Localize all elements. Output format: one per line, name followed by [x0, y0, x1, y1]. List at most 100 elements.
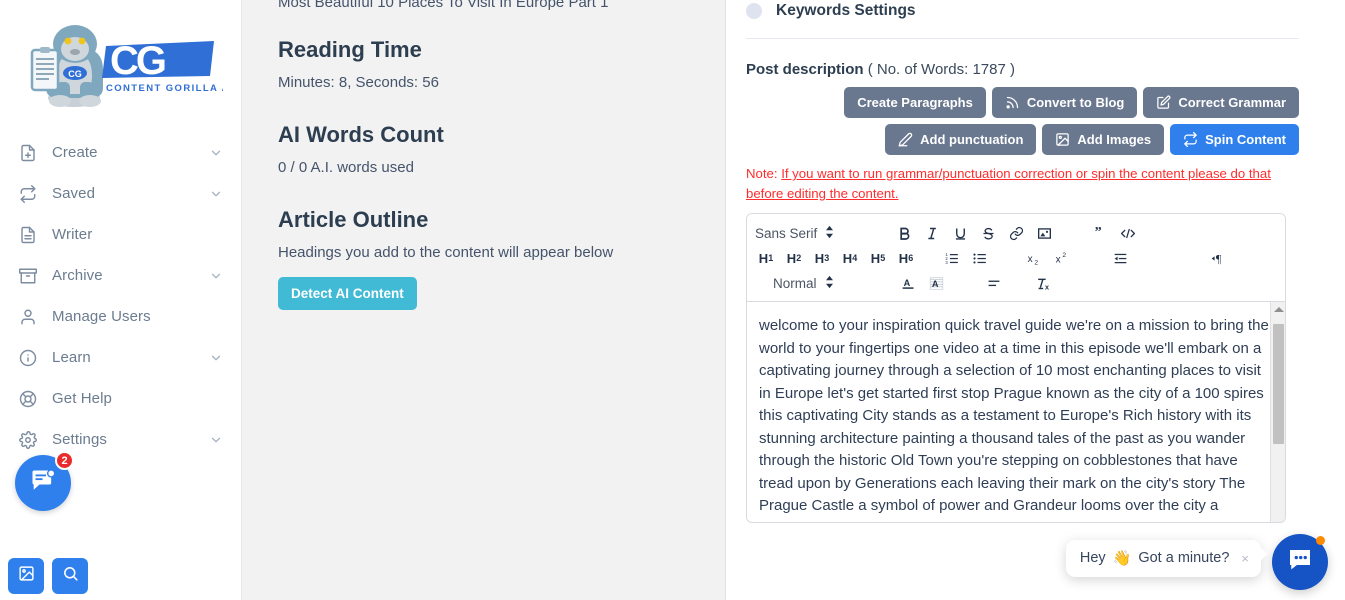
heading-3-button[interactable]: H3: [811, 247, 833, 269]
gear-icon: [18, 430, 38, 450]
sidebar-item-archive[interactable]: Archive: [0, 255, 241, 296]
align-icon[interactable]: [983, 272, 1005, 294]
chevron-down-icon: [209, 433, 223, 447]
info-icon: [18, 348, 38, 368]
sidebar-item-saved[interactable]: Saved: [0, 173, 241, 214]
image-library-button[interactable]: [8, 558, 44, 594]
create-paragraphs-button[interactable]: Create Paragraphs: [844, 87, 986, 118]
keywords-settings-circle-icon: [746, 3, 762, 19]
svg-text:x: x: [1028, 253, 1033, 264]
file-text-icon: [18, 225, 38, 245]
sidebar-item-get-help[interactable]: Get Help: [0, 378, 241, 419]
updown-arrows-icon: [825, 275, 834, 292]
sidebar-item-label: Create: [52, 144, 98, 161]
article-outline-heading: Article Outline: [278, 207, 429, 232]
chat-dots-icon: [1285, 545, 1315, 580]
correct-grammar-button[interactable]: Correct Grammar: [1143, 87, 1299, 118]
bold-icon[interactable]: [893, 222, 915, 244]
note-prefix: Note:: [746, 166, 782, 181]
editor-action-buttons: Create Paragraphs Convert to Blog Correc…: [746, 87, 1299, 155]
image-icon: [1055, 132, 1070, 147]
sidebar-item-label: Settings: [52, 431, 107, 448]
sidebar-item-create[interactable]: Create: [0, 132, 241, 173]
sidebar-item-manage-users[interactable]: Manage Users: [0, 296, 241, 337]
font-size-select[interactable]: Normal: [755, 275, 867, 292]
post-description-word-count: ( No. of Words: 1787 ): [867, 61, 1015, 78]
scroll-up-arrow-icon[interactable]: [1274, 307, 1284, 313]
convert-to-blog-button[interactable]: Convert to Blog: [991, 87, 1138, 118]
heading-5-button[interactable]: H5: [867, 247, 889, 269]
add-punctuation-button[interactable]: Add punctuation: [885, 124, 1037, 155]
sidebar-item-label: Archive: [52, 267, 103, 284]
search-button[interactable]: [52, 558, 88, 594]
article-stats-panel: Most Beautiful 10 Places To Visit In Eur…: [242, 0, 726, 600]
waving-hand-icon: 👋: [1112, 550, 1132, 567]
bullet-list-icon[interactable]: [969, 247, 991, 269]
chat-unread-badge: 2: [55, 451, 74, 470]
link-icon[interactable]: [1005, 222, 1027, 244]
convert-to-blog-label: Convert to Blog: [1026, 95, 1125, 110]
article-outline-hint: Headings you add to the content will app…: [278, 244, 614, 261]
heading-4-button[interactable]: H4: [839, 247, 861, 269]
chevron-down-icon: [209, 351, 223, 365]
editor-content-area[interactable]: welcome to your inspiration quick travel…: [747, 302, 1285, 523]
add-images-button[interactable]: Add Images: [1042, 124, 1165, 155]
chevron-down-icon: [209, 146, 223, 160]
underline-icon[interactable]: [949, 222, 971, 244]
strikethrough-icon[interactable]: [977, 222, 999, 244]
keywords-settings-label: Keywords Settings: [776, 2, 916, 19]
svg-text:x: x: [1045, 282, 1050, 291]
background-color-icon[interactable]: A: [925, 272, 947, 294]
chat-greeting-popup[interactable]: Hey 👋 Got a minute? ×: [1065, 540, 1269, 577]
heading-6-button[interactable]: H6: [895, 247, 917, 269]
sidebar-item-label: Writer: [52, 226, 93, 243]
keywords-settings-row[interactable]: Keywords Settings: [746, 0, 1299, 22]
indent-icon[interactable]: [1109, 247, 1131, 269]
editor-toolbar: Sans Serif ” H 1 H 2 H 3 H 4 H 5 H 6 1 2…: [747, 214, 1285, 303]
user-icon: [18, 307, 38, 327]
sidebar-item-learn[interactable]: Learn: [0, 337, 241, 378]
svg-text:A: A: [931, 278, 938, 288]
heading-2-button[interactable]: H2: [783, 247, 805, 269]
reading-time-heading: Reading Time: [278, 37, 422, 62]
sidebar-item-settings[interactable]: Settings: [0, 419, 241, 460]
svg-text:3: 3: [945, 259, 948, 264]
rich-text-editor: Sans Serif ” H 1 H 2 H 3 H 4 H 5 H 6 1 2…: [746, 213, 1286, 524]
editor-scrollbar[interactable]: [1270, 302, 1285, 523]
font-color-icon[interactable]: A: [897, 272, 919, 294]
updown-arrows-icon: [825, 225, 834, 242]
sidebar-item-writer[interactable]: Writer: [0, 214, 241, 255]
file-plus-icon: [18, 143, 38, 163]
sidebar-chat-fab[interactable]: 2: [15, 451, 74, 511]
note-link[interactable]: If you want to run grammar/punctuation c…: [746, 166, 1271, 201]
ordered-list-icon[interactable]: 123: [941, 247, 963, 269]
article-title: Most Beautiful 10 Places To Visit In Eur…: [278, 0, 609, 11]
scrollbar-thumb[interactable]: [1273, 324, 1284, 445]
close-icon[interactable]: ×: [1241, 551, 1249, 566]
content-gorilla-logo-icon: CG CG AI CONTENT GORILLA AI: [30, 25, 223, 107]
direction-rtl-icon[interactable]: ¶: [1209, 247, 1231, 269]
code-block-icon[interactable]: [1117, 222, 1139, 244]
image-icon[interactable]: [1033, 222, 1055, 244]
clear-format-icon[interactable]: x: [1033, 272, 1055, 294]
subscript-icon[interactable]: x2: [1025, 247, 1047, 269]
reading-time-value: Minutes: 8, Seconds: 56: [278, 74, 439, 91]
spin-content-button[interactable]: Spin Content: [1170, 124, 1299, 155]
heading-1-button[interactable]: H1: [755, 247, 777, 269]
app-logo[interactable]: CG CG AI CONTENT GORILLA AI: [0, 0, 241, 126]
italic-icon[interactable]: [921, 222, 943, 244]
detect-ai-content-button[interactable]: Detect AI Content: [278, 277, 417, 310]
superscript-icon[interactable]: x2: [1053, 247, 1075, 269]
chat-launcher-button[interactable]: [1272, 534, 1328, 590]
create-paragraphs-label: Create Paragraphs: [857, 95, 973, 110]
font-family-select[interactable]: Sans Serif: [755, 225, 867, 242]
editor-action-row-1: Create Paragraphs Convert to Blog Correc…: [746, 87, 1299, 118]
section-divider: [746, 38, 1299, 39]
toolbar-row-2: H1 H2 H3 H4 H5 H6 123 x2 x 2 ¶: [755, 246, 1277, 270]
blockquote-icon[interactable]: ”: [1089, 222, 1111, 244]
chat-greeting-tail: Got a minute?: [1138, 550, 1230, 566]
post-editor-panel: Keywords Settings Post description ( No.…: [726, 0, 1345, 600]
lifebuoy-icon: [18, 389, 38, 409]
chevron-down-icon: [209, 187, 223, 201]
chat-greeting-text: Hey: [1079, 550, 1106, 566]
